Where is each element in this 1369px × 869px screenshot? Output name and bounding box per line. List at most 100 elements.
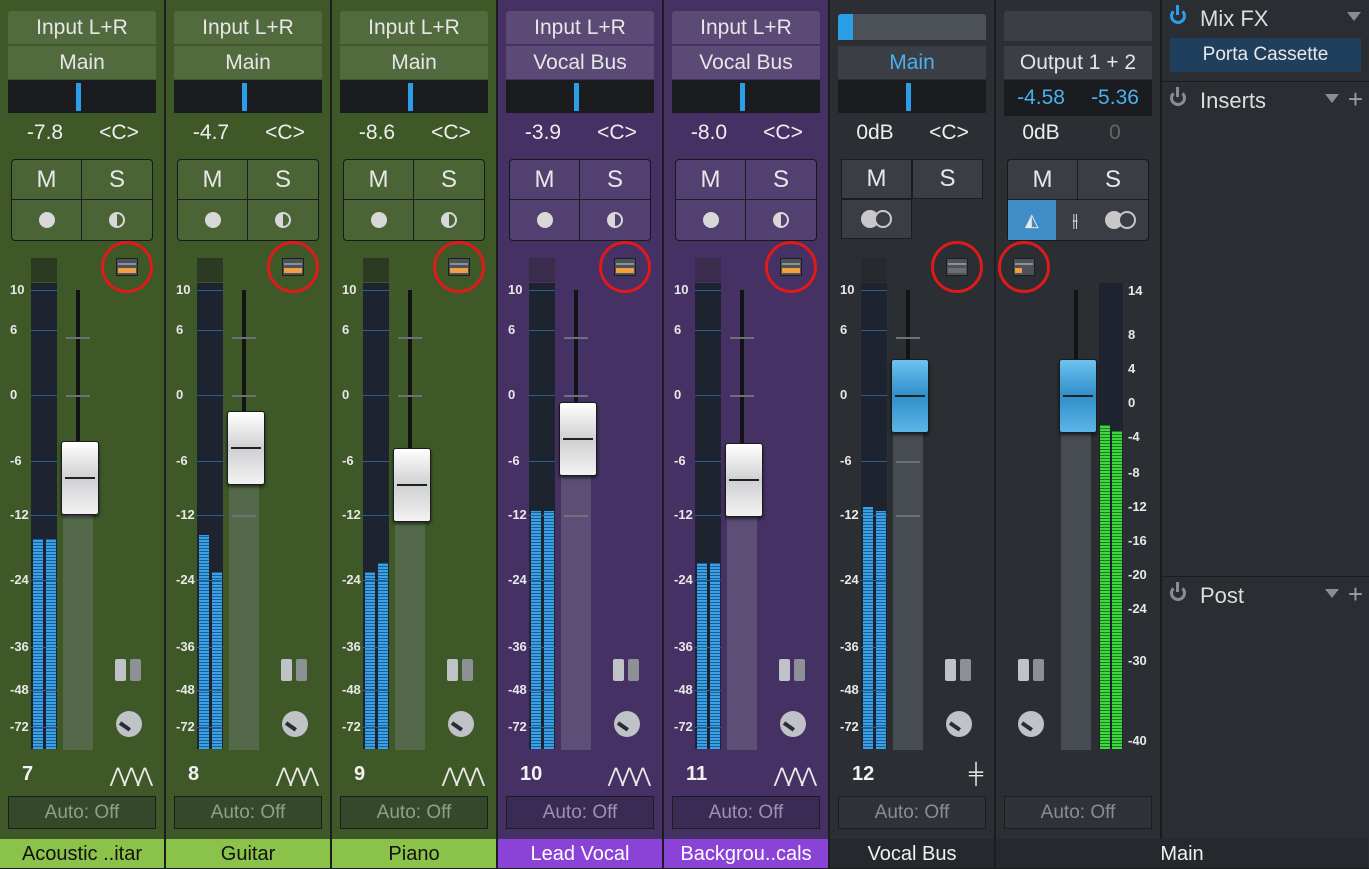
pan-slider[interactable]: [838, 80, 986, 113]
insert-fx-icon[interactable]: [448, 258, 470, 276]
main-insert-fx-icon[interactable]: [1013, 258, 1035, 276]
pan-slider[interactable]: [506, 80, 654, 113]
pan-value[interactable]: <C>: [248, 121, 322, 145]
insert-fx-icon[interactable]: [116, 258, 138, 276]
volume-value[interactable]: -8.6: [340, 121, 414, 145]
record-arm-button[interactable]: [12, 200, 82, 240]
input-selector[interactable]: Input L+R: [506, 11, 654, 44]
record-arm-button[interactable]: [676, 200, 746, 240]
volume-value[interactable]: -8.0: [672, 121, 746, 145]
main-volume-fader[interactable]: [1059, 359, 1097, 433]
main-output-selector[interactable]: Output 1 + 2: [1004, 46, 1152, 79]
inserts-add-icon[interactable]: +: [1348, 84, 1363, 115]
insert-fx-icon[interactable]: [780, 258, 802, 276]
volume-fader[interactable]: [227, 410, 265, 485]
volume-fader[interactable]: [61, 441, 99, 516]
output-selector[interactable]: Main: [838, 46, 986, 79]
volume-fader[interactable]: [891, 359, 929, 433]
automation-selector[interactable]: Auto: Off: [672, 796, 820, 829]
mute-button[interactable]: M: [510, 160, 580, 200]
record-arm-button[interactable]: [178, 200, 248, 240]
automation-selector[interactable]: Auto: Off: [174, 796, 322, 829]
insert-fx-icon[interactable]: [282, 258, 304, 276]
pan-value[interactable]: <C>: [746, 121, 820, 145]
main-volume-value[interactable]: 0dB: [1004, 121, 1078, 145]
channel-name[interactable]: Lead Vocal: [498, 839, 662, 868]
output-selector[interactable]: Main: [8, 46, 156, 79]
automation-selector[interactable]: Auto: Off: [340, 796, 488, 829]
send-knob-icon[interactable]: [448, 711, 474, 737]
post-dropdown-icon[interactable]: [1325, 589, 1339, 598]
input-selector[interactable]: Input L+R: [672, 11, 820, 44]
send-knob-icon[interactable]: [946, 711, 972, 737]
solo-button[interactable]: S: [248, 160, 318, 200]
pan-slider[interactable]: [672, 80, 820, 113]
monitor-button[interactable]: [414, 200, 484, 240]
link-button[interactable]: [841, 199, 912, 239]
post-add-icon[interactable]: +: [1348, 579, 1363, 610]
output-selector[interactable]: Main: [174, 46, 322, 79]
main-mute-button[interactable]: M: [1008, 160, 1078, 200]
solo-button[interactable]: S: [746, 160, 816, 200]
automation-selector[interactable]: Auto: Off: [8, 796, 156, 829]
send-knob-icon[interactable]: [780, 711, 806, 737]
output-selector[interactable]: Vocal Bus: [672, 46, 820, 79]
automation-selector[interactable]: Auto: Off: [506, 796, 654, 829]
channel-name[interactable]: Vocal Bus: [830, 839, 994, 868]
volume-value[interactable]: -3.9: [506, 121, 580, 145]
input-selector[interactable]: Input L+R: [174, 11, 322, 44]
channel-view-icon[interactable]: [281, 659, 307, 681]
channel-view-icon[interactable]: [613, 659, 639, 681]
monitor-button[interactable]: [746, 200, 816, 240]
volume-value[interactable]: -4.7: [174, 121, 248, 145]
mute-button[interactable]: M: [12, 160, 82, 200]
volume-value[interactable]: -7.8: [8, 121, 82, 145]
monitor-button[interactable]: [248, 200, 318, 240]
main-send-knob-icon[interactable]: [1018, 711, 1044, 737]
output-selector[interactable]: Vocal Bus: [506, 46, 654, 79]
send-knob-icon[interactable]: [282, 711, 308, 737]
main-pan-value[interactable]: 0: [1078, 121, 1152, 145]
main-automation-selector[interactable]: Auto: Off: [1004, 796, 1152, 829]
channel-view-icon[interactable]: [945, 659, 971, 681]
channel-name[interactable]: Backgrou..cals: [664, 839, 828, 868]
main-link-button[interactable]: [1095, 200, 1148, 240]
pan-value[interactable]: <C>: [82, 121, 156, 145]
send-knob-icon[interactable]: [116, 711, 142, 737]
volume-fader[interactable]: [559, 401, 597, 476]
pan-value[interactable]: <C>: [912, 121, 986, 145]
channel-name[interactable]: Guitar: [166, 839, 330, 868]
mute-button[interactable]: M: [178, 160, 248, 200]
automation-selector[interactable]: Auto: Off: [838, 796, 986, 829]
pan-value[interactable]: <C>: [580, 121, 654, 145]
record-arm-button[interactable]: [344, 200, 414, 240]
insert-fx-icon[interactable]: [946, 258, 968, 276]
solo-button[interactable]: S: [414, 160, 484, 200]
mixfx-dropdown-icon[interactable]: [1347, 12, 1361, 21]
pan-slider[interactable]: [340, 80, 488, 113]
metronome-button[interactable]: ◭: [1008, 200, 1056, 240]
solo-button[interactable]: S: [580, 160, 650, 200]
monitor-button[interactable]: [580, 200, 650, 240]
main-solo-button[interactable]: S: [1078, 160, 1148, 200]
channel-view-icon[interactable]: [447, 659, 473, 681]
main-channel-view-icon[interactable]: [1018, 659, 1044, 681]
monitor-button[interactable]: [82, 200, 152, 240]
volume-value[interactable]: 0dB: [838, 121, 912, 145]
volume-fader[interactable]: [725, 443, 763, 517]
mute-button[interactable]: M: [344, 160, 414, 200]
output-selector[interactable]: Main: [340, 46, 488, 79]
channel-name[interactable]: Piano: [332, 839, 496, 868]
inserts-power-icon[interactable]: [1170, 87, 1186, 106]
mic-icon[interactable]: ⫲: [1056, 200, 1095, 240]
channel-name[interactable]: Acoustic ..itar: [0, 839, 164, 868]
insert-fx-icon[interactable]: [614, 258, 636, 276]
pan-value[interactable]: <C>: [414, 121, 488, 145]
pan-slider[interactable]: [174, 80, 322, 113]
pan-slider[interactable]: [8, 80, 156, 113]
input-selector[interactable]: Input L+R: [8, 11, 156, 44]
mute-button[interactable]: M: [676, 160, 746, 200]
volume-fader[interactable]: [393, 448, 431, 523]
solo-button[interactable]: S: [912, 159, 983, 199]
mixfx-power-icon[interactable]: [1170, 5, 1186, 24]
